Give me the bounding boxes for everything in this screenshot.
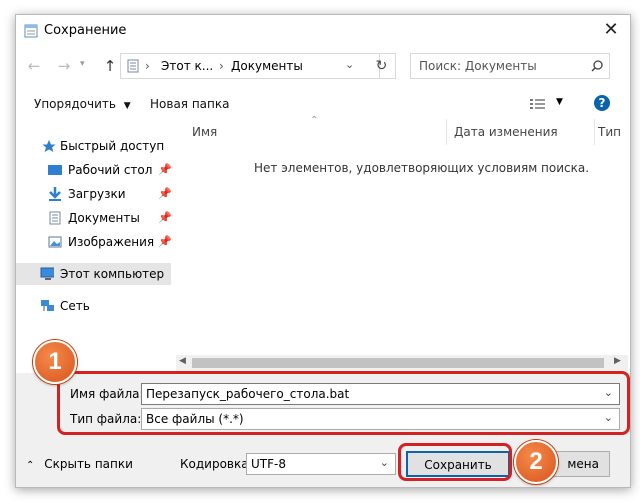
pin-icon[interactable]: 📌 [158, 231, 172, 253]
scroll-right-icon[interactable]: ▶ [614, 356, 621, 366]
sidebar-item-label: Документы [68, 211, 140, 225]
chevron-down-icon: ▼ [123, 101, 131, 111]
step-badge-2: 2 [514, 440, 558, 484]
address-dropdown-icon[interactable]: ⌄ [345, 58, 354, 71]
sidebar-item-pictures[interactable]: Изображения 📌 [16, 231, 172, 253]
hide-folders-toggle[interactable]: ⌃ Скрыть папки [26, 457, 133, 471]
column-name[interactable]: Имя [192, 125, 217, 139]
pictures-icon [48, 236, 62, 248]
star-icon [42, 140, 56, 152]
column-separator[interactable] [594, 119, 595, 145]
chevron-up-icon: ⌃ [26, 460, 35, 471]
title-bar: Сохранение ✕ [16, 15, 630, 47]
new-folder-button[interactable]: Новая папка [150, 97, 229, 111]
scrollbar-thumb[interactable] [192, 358, 604, 368]
highlight-save-button [398, 443, 512, 481]
organize-label: Упорядочить [34, 97, 116, 111]
encoding-label: Кодировка: [180, 457, 253, 471]
sort-up-icon: ⌃ [310, 115, 319, 126]
sidebar-item-label: Быстрый доступ [60, 139, 165, 153]
sidebar-item-documents[interactable]: Документы 📌 [16, 207, 172, 229]
address-bar[interactable]: › Этот к... › Документы ⌄ [120, 53, 380, 79]
pin-icon[interactable]: 📌 [158, 159, 172, 181]
forward-button[interactable]: → [54, 55, 74, 77]
recent-chevron-icon[interactable]: ▾ [80, 59, 85, 69]
refresh-button[interactable]: ↻ [368, 53, 396, 79]
sidebar-item-desktop[interactable]: Рабочий стол 📌 [16, 159, 172, 181]
step-badge-1: 1 [33, 340, 77, 384]
column-separator[interactable] [446, 119, 447, 145]
sidebar-item-label: Сеть [60, 299, 90, 313]
encoding-select[interactable]: UTF-8 ⌄ [246, 453, 396, 475]
breadcrumb-separator-icon: › [145, 59, 150, 73]
sidebar-item-label: Загрузки [68, 187, 126, 201]
help-button[interactable]: ? [594, 95, 610, 111]
highlight-file-fields [57, 371, 630, 435]
chevron-down-icon[interactable]: ⌄ [380, 456, 389, 469]
sidebar-item-label: Рабочий стол [68, 163, 153, 177]
sidebar-item-label: Изображения [68, 235, 155, 249]
search-icon [591, 60, 603, 72]
empty-message: Нет элементов, удовлетворяющих условиям … [254, 161, 590, 175]
organize-menu[interactable]: Упорядочить ▼ [34, 97, 131, 111]
documents-icon [49, 211, 61, 225]
view-chevron-icon[interactable]: ▼ [556, 97, 563, 107]
sidebar-item-quick-access[interactable]: Быстрый доступ [16, 135, 171, 157]
pin-icon[interactable]: 📌 [158, 207, 172, 229]
sidebar-item-network[interactable]: Сеть [16, 295, 171, 317]
notepad-icon [24, 24, 38, 38]
column-type[interactable]: Тип [598, 125, 621, 139]
search-box[interactable]: Поиск: Документы [410, 53, 610, 79]
desktop-icon [48, 165, 62, 175]
column-date-modified[interactable]: Дата изменения [454, 125, 558, 139]
window-title: Сохранение [44, 23, 127, 38]
documents-icon [127, 59, 139, 73]
back-button[interactable]: ← [24, 55, 44, 77]
breadcrumb-separator-icon: › [219, 59, 224, 73]
computer-icon [40, 267, 54, 280]
network-icon [41, 300, 54, 311]
breadcrumb-this-pc[interactable]: Этот к... [161, 59, 213, 73]
scroll-left-icon[interactable]: ◀ [179, 356, 186, 366]
horizontal-scrollbar[interactable]: ◀ ▶ [176, 355, 628, 371]
sidebar-item-label: Этот компьютер [60, 267, 165, 281]
view-options-icon[interactable] [530, 98, 546, 110]
sidebar-item-downloads[interactable]: Загрузки 📌 [16, 183, 172, 205]
sidebar-item-this-pc[interactable]: Этот компьютер [16, 263, 171, 285]
download-icon [49, 187, 61, 201]
breadcrumb-documents[interactable]: Документы [231, 59, 303, 73]
search-input[interactable]: Поиск: Документы [419, 59, 537, 73]
close-button[interactable]: ✕ [600, 19, 622, 41]
hide-folders-label: Скрыть папки [44, 457, 133, 471]
sidebar: Быстрый доступ Рабочий стол 📌 Загрузки 📌… [16, 133, 176, 357]
encoding-value: UTF-8 [251, 457, 286, 471]
up-button[interactable]: ↑ [100, 55, 120, 77]
pin-icon[interactable]: 📌 [158, 183, 172, 205]
